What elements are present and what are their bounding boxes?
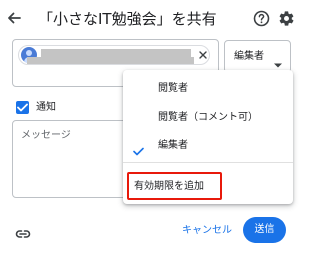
send-button[interactable]: 送信 xyxy=(243,217,286,243)
chip-close-icon[interactable] xyxy=(196,48,210,62)
role-menu: 閲覧者 閲覧者（コメント可） 編集者 有効期限を追加 xyxy=(123,70,293,204)
message-field[interactable]: メッセージ xyxy=(12,120,136,198)
recipient-redacted-bar xyxy=(27,57,194,64)
message-placeholder: メッセージ xyxy=(21,130,71,141)
role-select[interactable]: 編集者 xyxy=(224,40,291,73)
menu-divider xyxy=(123,162,293,163)
notify-checkbox[interactable] xyxy=(16,101,29,114)
role-select-value: 編集者 xyxy=(234,51,264,62)
notify-label: 通知 xyxy=(36,102,56,113)
help-icon[interactable] xyxy=(253,10,270,27)
dialog-title: 「小さなIT勉強会」を共有 xyxy=(38,10,217,28)
add-expiry-menu-item[interactable]: 有効期限を追加 xyxy=(127,172,222,200)
menu-item-label: 閲覧者 xyxy=(158,83,188,94)
dialog-header: 「小さなIT勉強会」を共有 xyxy=(0,0,300,40)
check-icon xyxy=(133,141,144,156)
menu-item-commenter[interactable]: 閲覧者（コメント可） xyxy=(123,105,293,131)
add-expiry-label: 有効期限を追加 xyxy=(134,181,204,192)
menu-item-label: 編集者 xyxy=(158,140,188,151)
gear-icon[interactable] xyxy=(278,10,295,27)
menu-item-viewer[interactable]: 閲覧者 xyxy=(123,76,293,102)
caret-down-icon xyxy=(273,54,283,68)
cancel-button[interactable]: キャンセル xyxy=(177,222,237,240)
menu-item-editor[interactable]: 編集者 xyxy=(123,133,293,159)
back-arrow-icon[interactable] xyxy=(6,10,22,26)
menu-item-label: 閲覧者（コメント可） xyxy=(158,112,258,123)
link-icon[interactable] xyxy=(15,225,31,238)
